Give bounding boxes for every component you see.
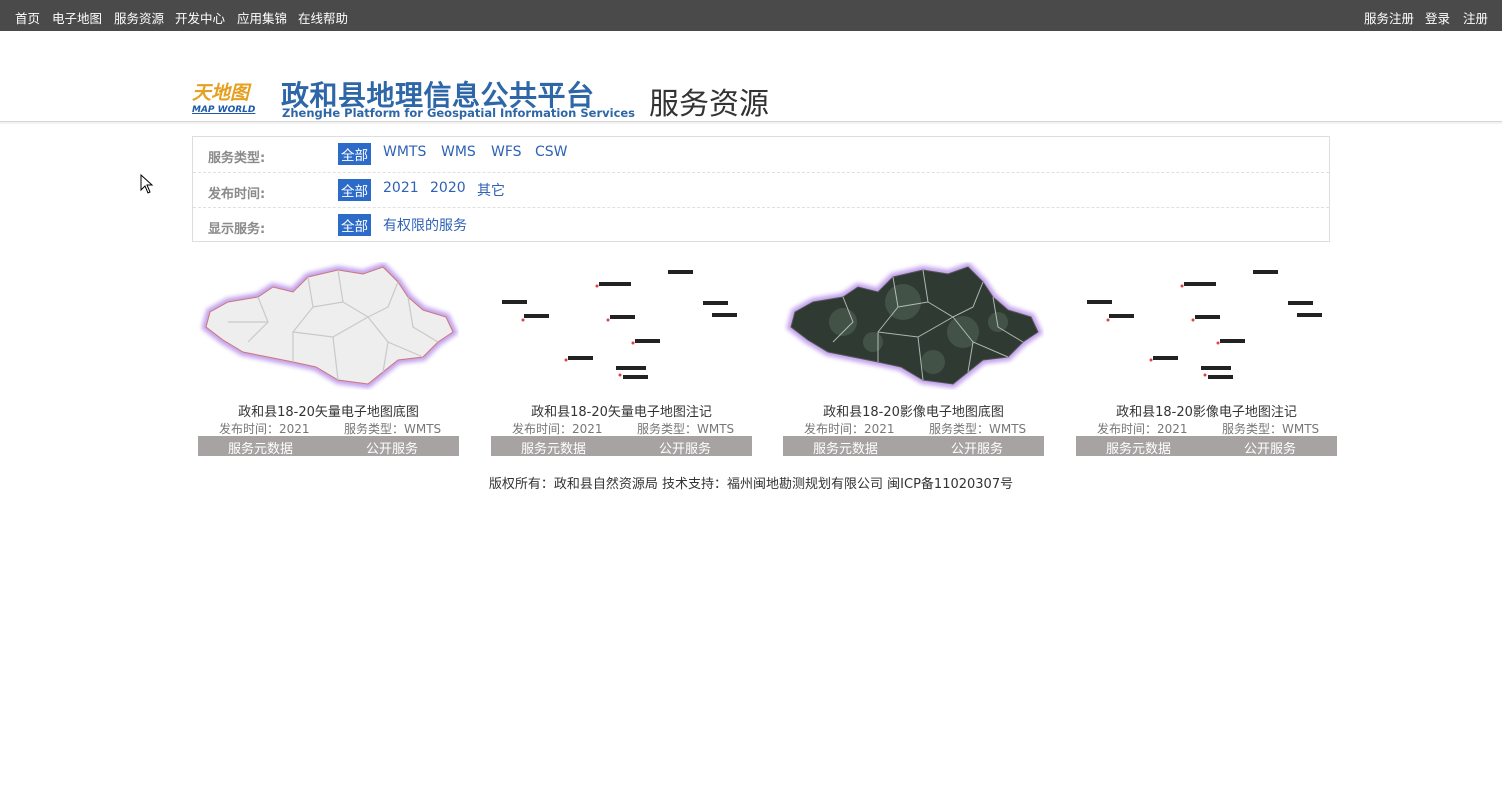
service-card[interactable]: 政和县18-20矢量电子地图注记 发布时间：2021 服务类型：WMTS 服务元… <box>491 262 752 457</box>
card-title[interactable]: 政和县18-20影像电子地图注记 <box>1076 401 1337 420</box>
page-title: 服务资源 <box>649 87 769 122</box>
card-publish-time: 发布时间：2021 <box>804 422 895 436</box>
filter-label: 服务类型: <box>208 151 266 166</box>
nav-dev-center[interactable]: 开发中心 <box>175 8 225 27</box>
service-card[interactable]: 政和县18-20矢量电子地图底图 发布时间：2021 服务类型：WMTS 服务元… <box>198 262 459 457</box>
service-metadata-button[interactable]: 服务元数据 <box>228 438 293 457</box>
filter-label: 发布时间: <box>208 187 266 202</box>
service-card[interactable]: 政和县18-20影像电子地图注记 发布时间：2021 服务类型：WMTS 服务元… <box>1076 262 1337 457</box>
footer-copyright: 版权所有：政和县自然资源局 技术支持：福州闽地勘测规划有限公司 闽ICP备110… <box>488 477 1014 492</box>
card-action-bar: 服务元数据 公开服务 <box>198 436 459 457</box>
top-nav-bar: 首页 电子地图 服务资源 开发中心 应用集锦 在线帮助 服务注册 登录 注册 <box>0 0 1502 31</box>
nav-electronic-map[interactable]: 电子地图 <box>52 8 102 27</box>
filter-panel: 服务类型: 全部 WMTS WMS WFS CSW 发布时间: 全部 2021 … <box>192 136 1330 242</box>
card-title[interactable]: 政和县18-20矢量电子地图底图 <box>198 401 459 420</box>
filter-row-display: 显示服务: 全部 有权限的服务 <box>193 207 1329 242</box>
filter-option-wmts[interactable]: WMTS <box>383 144 426 160</box>
filter-option-wms[interactable]: WMS <box>441 144 476 160</box>
logo-chinese-text: 天地图 <box>192 82 250 104</box>
card-title[interactable]: 政和县18-20矢量电子地图注记 <box>491 401 752 420</box>
filter-option-all[interactable]: 全部 <box>338 143 371 165</box>
card-service-type: 服务类型：WMTS <box>344 422 442 436</box>
filter-option-all[interactable]: 全部 <box>338 179 371 201</box>
site-subtitle: ZhengHe Platform for Geospatial Informat… <box>282 106 636 120</box>
filter-option-other[interactable]: 其它 <box>477 180 505 200</box>
filter-row-service-type: 服务类型: 全部 WMTS WMS WFS CSW <box>193 137 1329 172</box>
card-action-bar: 服务元数据 公开服务 <box>491 436 752 457</box>
card-action-bar: 服务元数据 公开服务 <box>783 436 1044 457</box>
public-service-button[interactable]: 公开服务 <box>366 438 418 457</box>
service-metadata-button[interactable]: 服务元数据 <box>813 438 878 457</box>
annotation-thumbnail[interactable] <box>1076 262 1337 390</box>
card-publish-time: 发布时间：2021 <box>219 422 310 436</box>
imagery-map-thumbnail[interactable] <box>783 262 1044 390</box>
card-service-type: 服务类型：WMTS <box>929 422 1027 436</box>
vector-map-thumbnail[interactable] <box>198 262 459 390</box>
card-publish-time: 发布时间：2021 <box>512 422 603 436</box>
nav-service-resources[interactable]: 服务资源 <box>114 8 164 27</box>
card-service-type: 服务类型：WMTS <box>637 422 735 436</box>
filter-option-csw[interactable]: CSW <box>535 144 568 160</box>
filter-option-2021[interactable]: 2021 <box>383 180 419 196</box>
service-card[interactable]: 政和县18-20影像电子地图底图 发布时间：2021 服务类型：WMTS 服务元… <box>783 262 1044 457</box>
filter-option-wfs[interactable]: WFS <box>491 144 522 160</box>
filter-option-2020[interactable]: 2020 <box>430 180 466 196</box>
header-divider-shadow <box>0 122 1502 124</box>
nav-online-help[interactable]: 在线帮助 <box>298 8 348 27</box>
nav-home[interactable]: 首页 <box>15 8 40 27</box>
card-action-bar: 服务元数据 公开服务 <box>1076 436 1337 457</box>
card-title[interactable]: 政和县18-20影像电子地图底图 <box>783 401 1044 420</box>
nav-signup[interactable]: 注册 <box>1463 8 1488 27</box>
public-service-button[interactable]: 公开服务 <box>659 438 711 457</box>
nav-app-collection[interactable]: 应用集锦 <box>237 8 287 27</box>
filter-option-all[interactable]: 全部 <box>338 214 371 236</box>
public-service-button[interactable]: 公开服务 <box>951 438 1003 457</box>
nav-login[interactable]: 登录 <box>1425 8 1450 27</box>
mouse-cursor-icon <box>140 174 154 194</box>
filter-row-publish-time: 发布时间: 全部 2021 2020 其它 <box>193 172 1329 207</box>
annotation-thumbnail[interactable] <box>491 262 752 390</box>
public-service-button[interactable]: 公开服务 <box>1244 438 1296 457</box>
card-publish-time: 发布时间：2021 <box>1097 422 1188 436</box>
service-metadata-button[interactable]: 服务元数据 <box>1106 438 1171 457</box>
filter-label: 显示服务: <box>208 222 266 237</box>
service-metadata-button[interactable]: 服务元数据 <box>521 438 586 457</box>
filter-option-authorized[interactable]: 有权限的服务 <box>383 215 467 235</box>
nav-service-register[interactable]: 服务注册 <box>1364 8 1414 27</box>
logo-english-text: MAP WORLD <box>192 105 256 115</box>
card-service-type: 服务类型：WMTS <box>1222 422 1320 436</box>
